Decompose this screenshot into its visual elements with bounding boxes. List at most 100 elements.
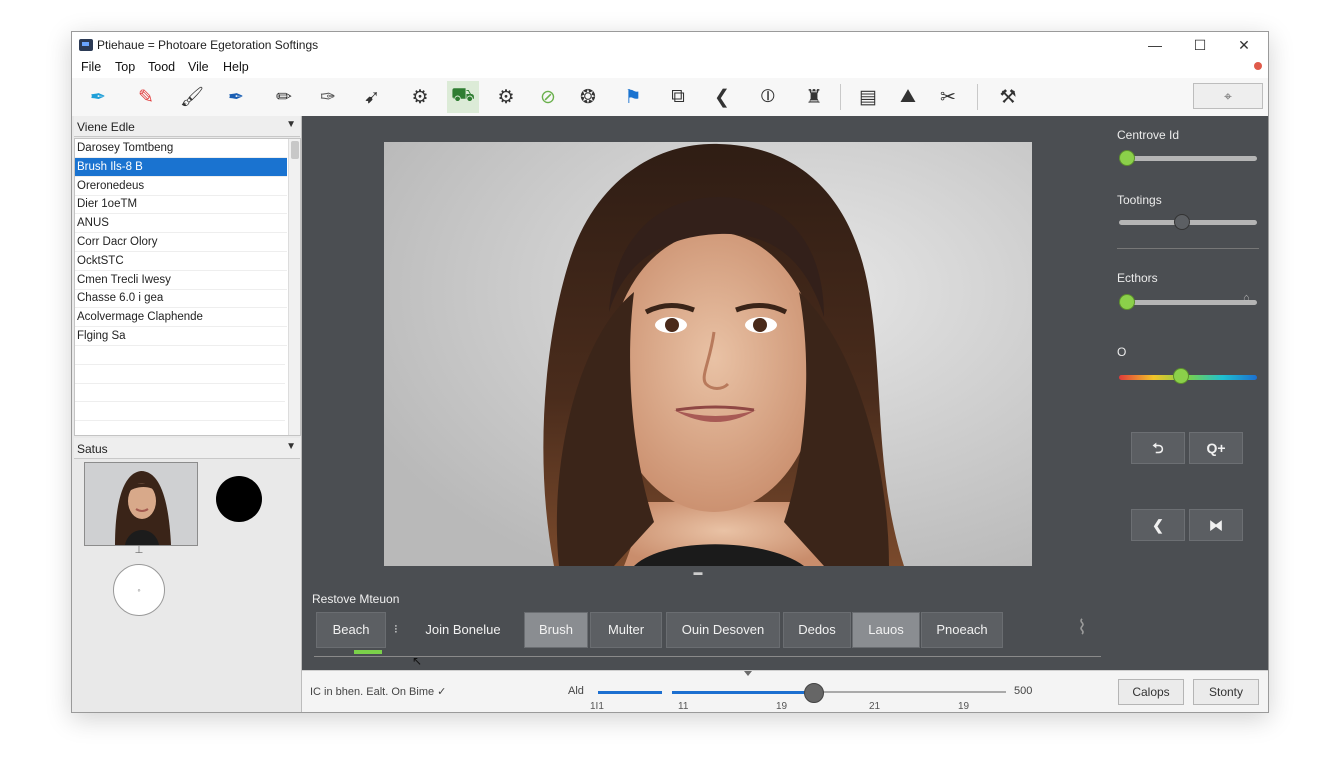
tab-pnoeach[interactable]: Pnoeach (921, 612, 1003, 648)
list-item[interactable]: Chasse 6.0 i gea (75, 289, 287, 309)
crosshair-button[interactable]: ⌖ (1193, 83, 1263, 109)
restore-section: Restove Mteuon Beach ⁝ Join Bonelue Brus… (302, 590, 1268, 670)
zoom-slider-max: 500 (1014, 685, 1033, 697)
list-item[interactable]: OcktSTC (75, 252, 287, 271)
tab-join-bonelue[interactable]: Join Bonelue (406, 612, 520, 648)
tab-brush[interactable]: Brush (524, 612, 588, 648)
list-item[interactable]: Cmen Trecli Iwesy (75, 271, 287, 290)
list-scrollbar[interactable] (288, 139, 300, 435)
toolbar-separator (840, 84, 841, 110)
slider-label-centrove: Centrove Id (1117, 128, 1180, 142)
section-title: Restove Mteuon (312, 592, 400, 606)
notification-dot (1254, 62, 1262, 70)
menu-tood[interactable]: Tood (148, 60, 175, 74)
list-item[interactable]: Dier 1oeTM (75, 195, 287, 215)
tab-separator-icon: ⁝ (394, 622, 398, 636)
prev-button[interactable]: ❮ (1131, 509, 1185, 541)
canvas-resize-handle[interactable]: ▬ (691, 567, 705, 577)
list-item[interactable]: Brush Ils-8 B (75, 157, 287, 177)
circle-gear-icon[interactable]: ⚙ (490, 81, 522, 113)
status-combo-label: Satus (77, 442, 108, 456)
undo-button[interactable]: ⮌ (1131, 432, 1185, 464)
view-combo-label: Viene Edle (77, 120, 135, 134)
minimize-button[interactable]: — (1133, 35, 1177, 55)
split-icon[interactable]: ⦶ (752, 81, 784, 113)
leaf-icon[interactable]: ⊘ (532, 81, 564, 113)
brush-icon[interactable]: 🖌 (176, 81, 208, 113)
feather-icon[interactable]: ✑ (312, 81, 344, 113)
list-item[interactable]: ANUS (75, 214, 287, 234)
tick-label: 19 (958, 701, 970, 712)
gear-brush-icon[interactable]: ⚙ (404, 81, 436, 113)
calops-button[interactable]: Calops (1118, 679, 1184, 705)
chevron-down-icon: ▼ (286, 119, 296, 130)
list-item[interactable]: Corr Dacr Olory (75, 233, 287, 252)
toolbar-separator (977, 84, 978, 110)
zoom-slider-fill[interactable] (672, 691, 814, 694)
zoom-slider-knob[interactable] (804, 683, 824, 703)
thumbnail-anchor-icon: ⊥ (134, 545, 144, 556)
car-brush-icon[interactable]: ⛟ (447, 81, 479, 113)
status-combo[interactable]: Satus ▼ (74, 438, 300, 459)
empty-list-row (75, 421, 285, 435)
zoom-slider-track-start[interactable] (598, 691, 662, 694)
chevron-left-icon[interactable]: ❮ (706, 81, 738, 113)
tab-dedos[interactable]: Dedos (783, 612, 851, 648)
list-item[interactable]: Acolvermage Claphende (75, 308, 287, 328)
canvas-area: ▬ (302, 116, 1113, 590)
centrove-slider[interactable] (1119, 156, 1257, 161)
menu-top[interactable]: Top (115, 60, 135, 74)
tick-label: 1I1 (590, 701, 604, 712)
tab-lauos[interactable]: Lauos (852, 612, 920, 648)
maximize-button[interactable]: ☐ (1178, 35, 1222, 55)
list-item[interactable]: Oreronedeus (75, 177, 287, 196)
zoom-slider-track[interactable] (814, 691, 1006, 693)
crop-icon[interactable]: ⧉ (662, 81, 694, 113)
tab-ouin-desoven[interactable]: Ouin Desoven (666, 612, 780, 648)
ecthors-slider[interactable] (1119, 300, 1257, 305)
scrollbar-thumb[interactable] (291, 141, 299, 159)
tab-multer[interactable]: Multer (590, 612, 662, 648)
tootings-slider-knob[interactable] (1174, 214, 1190, 230)
ecthors-slider-knob[interactable] (1119, 294, 1135, 310)
eyedropper-icon[interactable]: ⚒ (992, 81, 1024, 113)
menu-file[interactable]: File (81, 60, 101, 74)
tray-icon[interactable]: ▤ (852, 81, 884, 113)
pencil-icon[interactable]: ✏ (268, 81, 300, 113)
photo-thumbnail[interactable] (84, 462, 198, 546)
app-icon (79, 39, 93, 51)
mask-icon[interactable]: ⛰ (892, 81, 924, 113)
empty-list-row (75, 365, 285, 384)
menu-vile[interactable]: Vile (188, 60, 209, 74)
knife-icon[interactable]: ➹ (356, 81, 388, 113)
list-item[interactable]: Flging Sa (75, 327, 287, 346)
tick-label: 11 (678, 701, 689, 712)
pen-blue-icon[interactable]: ✒ (82, 81, 114, 113)
flag-icon[interactable]: ⚑ (617, 81, 649, 113)
zoom-in-button[interactable]: Q+ (1189, 432, 1243, 464)
status-text: IC in bhen. Ealt. On Bime ✓ (310, 686, 447, 698)
title-bar: Ptiehaue = Photoare Egetoration Softings… (72, 32, 1268, 58)
signature-icon[interactable]: ⌇ (1060, 612, 1104, 644)
close-button[interactable]: ✕ (1222, 35, 1266, 55)
hue-slider-knob[interactable] (1173, 368, 1189, 384)
stamp-icon[interactable]: ♜ (798, 81, 830, 113)
toolbar: ⌖ ✒ ✎ 🖌 ✒ ✏ ✑ ➹ ⚙ ⛟ ⚙ ⊘ ❂ ⚑ ⧉ ❮ ⦶ ♜ ▤ ⛰ ✂ ⚒ (72, 78, 1268, 117)
list-item[interactable]: Darosey Tomtbeng (75, 139, 287, 158)
spiral-icon[interactable]: ❂ (572, 81, 604, 113)
portrait-photo[interactable] (384, 142, 1032, 566)
layer-list[interactable]: Darosey Tomtbeng Brush Ils-8 B Oreronedeus… (74, 138, 301, 436)
split-button[interactable]: ⧓ (1189, 509, 1243, 541)
status-bar: IC in bhen. Ealt. On Bime ✓ Ald 500 1I1 … (302, 670, 1268, 712)
window-title: Ptiehaue = Photoare Egetoration Softings (97, 38, 319, 52)
pen-icon[interactable]: ✒ (220, 81, 252, 113)
eraser-icon[interactable]: ✎ (130, 81, 162, 113)
stonty-button[interactable]: Stonty (1193, 679, 1259, 705)
tab-beach[interactable]: Beach (316, 612, 386, 648)
centrove-slider-knob[interactable] (1119, 150, 1135, 166)
tools-icon[interactable]: ✂ (932, 81, 964, 113)
menu-help[interactable]: Help (223, 60, 249, 74)
brush-hardness-preview[interactable]: ◦ (113, 564, 165, 616)
view-combo[interactable]: Viene Edle ▼ (74, 116, 300, 137)
panel-divider (1117, 248, 1259, 249)
